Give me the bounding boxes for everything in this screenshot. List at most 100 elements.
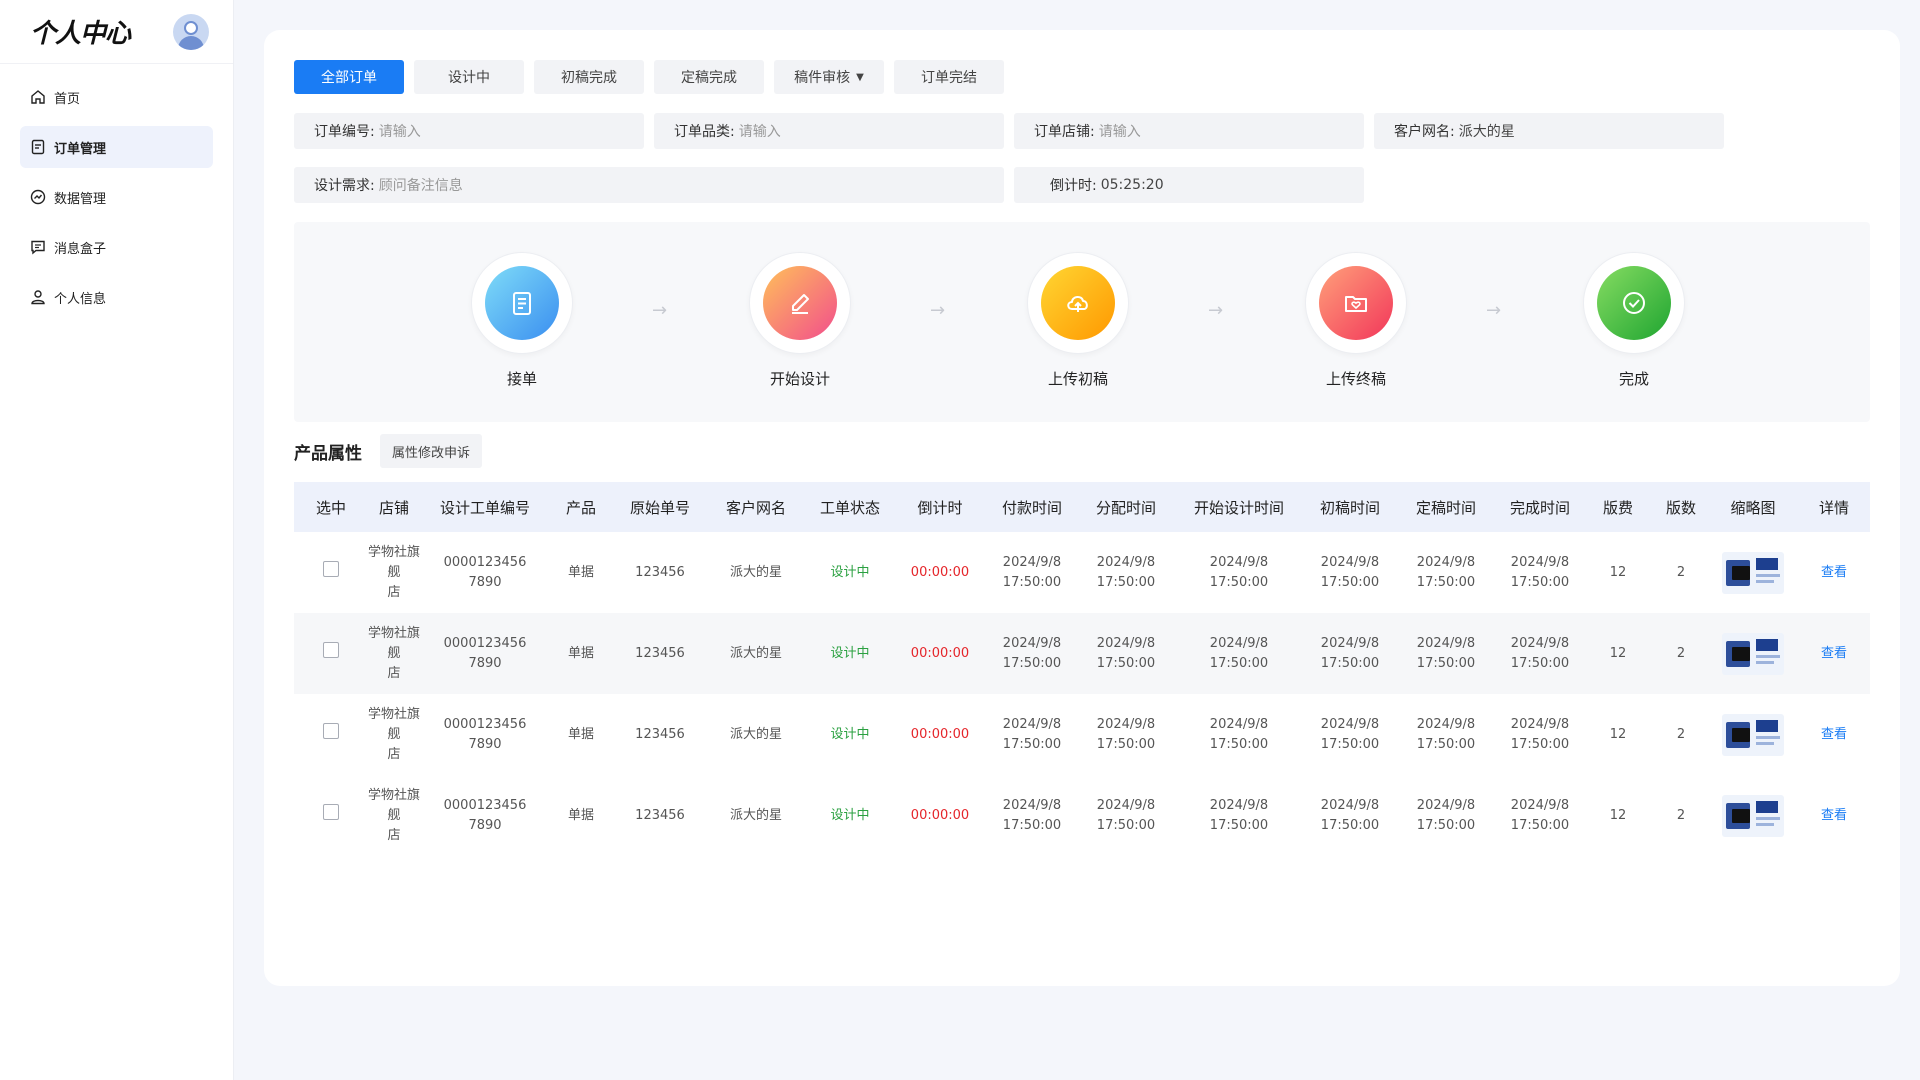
main-card: 全部订单 设计中 初稿完成 定稿完成 稿件审核 ▼ 订单完结 订单编号: 请输入… bbox=[264, 30, 1900, 986]
col-header: 完成时间 bbox=[1509, 498, 1570, 517]
sidebar-item-label: 数据管理 bbox=[54, 191, 107, 207]
final-time-cell: 2024/9/8 17:50:00 bbox=[1416, 716, 1476, 752]
row-checkbox[interactable] bbox=[323, 561, 339, 577]
design-start-time-cell: 2024/9/8 17:50:00 bbox=[1209, 635, 1269, 671]
countdown-cell: 00:00:00 bbox=[910, 726, 970, 742]
sidebar-item-messages[interactable]: 消息盒子 bbox=[20, 226, 213, 268]
assign-time-cell: 2024/9/8 17:50:00 bbox=[1096, 716, 1156, 752]
pay-time-cell: 2024/9/8 17:50:00 bbox=[1002, 635, 1062, 671]
view-detail-link[interactable]: 查看 bbox=[1798, 775, 1870, 856]
order-tabs: 全部订单 设计中 初稿完成 定稿完成 稿件审核 ▼ 订单完结 bbox=[294, 60, 1004, 94]
final-time-cell: 2024/9/8 17:50:00 bbox=[1416, 797, 1476, 833]
origin-no-cell: 123456 bbox=[635, 726, 685, 742]
view-detail-link[interactable]: 查看 bbox=[1798, 532, 1870, 613]
col-header: 客户网名 bbox=[725, 498, 786, 517]
assign-time-cell: 2024/9/8 17:50:00 bbox=[1096, 635, 1156, 671]
pay-time-cell: 2024/9/8 17:50:00 bbox=[1002, 797, 1062, 833]
table-row: 学物社旗舰店 0000123456 7890 单据 123456 派大的星 设计中… bbox=[294, 694, 1870, 775]
col-header: 详情 bbox=[1818, 498, 1849, 517]
countdown-field: 倒计时: 05:25:20 bbox=[1014, 167, 1364, 203]
order-table: 选中 店铺 设计工单编号 产品 原始单号 客户网名 工单状态 倒计时 付款时间 … bbox=[294, 482, 1870, 856]
view-detail-link[interactable]: 查看 bbox=[1798, 694, 1870, 775]
avatar[interactable] bbox=[173, 13, 209, 50]
step-label: 完成 bbox=[1618, 370, 1649, 388]
tab-completed[interactable]: 订单完结 bbox=[894, 60, 1004, 94]
row-checkbox[interactable] bbox=[323, 642, 339, 658]
sidebar-nav: 首页 订单管理 数据管理 消息盒子 个人信息 bbox=[0, 76, 233, 318]
pencil-icon bbox=[763, 266, 837, 340]
complete-time-cell: 2024/9/8 17:50:00 bbox=[1510, 554, 1570, 590]
tab-final-done[interactable]: 定稿完成 bbox=[654, 60, 764, 94]
product-cell: 单据 bbox=[567, 564, 594, 580]
tab-all-orders[interactable]: 全部订单 bbox=[294, 60, 404, 94]
store-cell: 学物社旗舰店 bbox=[368, 787, 421, 843]
col-header: 工单状态 bbox=[819, 498, 880, 517]
complete-time-cell: 2024/9/8 17:50:00 bbox=[1510, 797, 1570, 833]
design-no-cell: 0000123456 7890 bbox=[443, 635, 527, 671]
tab-review-label: 稿件审核 bbox=[794, 70, 851, 86]
step-label: 上传初稿 bbox=[1047, 370, 1108, 388]
col-header: 付款时间 bbox=[1001, 498, 1062, 517]
attribute-appeal-button[interactable]: 属性修改申诉 bbox=[380, 434, 483, 468]
row-checkbox[interactable] bbox=[323, 804, 339, 820]
check-circle-icon bbox=[1597, 266, 1671, 340]
store-cell: 学物社旗舰店 bbox=[368, 625, 421, 681]
step-label: 上传终稿 bbox=[1325, 370, 1386, 388]
countdown-cell: 00:00:00 bbox=[910, 645, 970, 661]
fee-cell: 12 bbox=[1609, 645, 1627, 661]
col-header: 产品 bbox=[565, 498, 596, 517]
product-cell: 单据 bbox=[567, 807, 594, 823]
arrow-right-icon: → bbox=[652, 300, 668, 321]
count-cell: 2 bbox=[1676, 726, 1686, 742]
countdown-cell: 00:00:00 bbox=[910, 564, 970, 580]
customer-cell: 派大的星 bbox=[729, 726, 782, 742]
customer-name-value: 派大的星 bbox=[1458, 124, 1515, 140]
design-requirement-field[interactable]: 设计需求: 顾问备注信息 bbox=[294, 167, 1004, 203]
thumbnail-image[interactable] bbox=[1722, 632, 1784, 675]
arrow-right-icon: → bbox=[1486, 300, 1502, 321]
status-cell: 设计中 bbox=[830, 645, 870, 661]
draft-time-cell: 2024/9/8 17:50:00 bbox=[1320, 716, 1380, 752]
view-detail-link[interactable]: 查看 bbox=[1798, 613, 1870, 694]
sidebar-item-data[interactable]: 数据管理 bbox=[20, 176, 213, 218]
clipboard-icon bbox=[485, 266, 559, 340]
sidebar-item-home[interactable]: 首页 bbox=[20, 76, 213, 118]
design-no-cell: 0000123456 7890 bbox=[443, 797, 527, 833]
col-header: 倒计时 bbox=[917, 498, 963, 517]
status-cell: 设计中 bbox=[830, 807, 870, 823]
table-header-row: 选中 店铺 设计工单编号 产品 原始单号 客户网名 工单状态 倒计时 付款时间 … bbox=[294, 482, 1870, 532]
thumbnail-image[interactable] bbox=[1722, 551, 1784, 594]
step-accept: 接单 bbox=[452, 252, 592, 389]
arrow-right-icon: → bbox=[1208, 300, 1224, 321]
tab-review-dropdown[interactable]: 稿件审核 ▼ bbox=[774, 60, 884, 94]
step-upload-draft: 上传初稿 bbox=[1008, 252, 1148, 389]
sidebar: 个人中心 首页 订单管理 数据管理 消息盒子 个人信息 bbox=[0, 0, 234, 1080]
order-number-field[interactable]: 订单编号: 请输入 bbox=[294, 113, 644, 149]
col-header: 缩略图 bbox=[1730, 498, 1776, 517]
pay-time-cell: 2024/9/8 17:50:00 bbox=[1002, 554, 1062, 590]
step-label: 开始设计 bbox=[769, 370, 830, 388]
assign-time-cell: 2024/9/8 17:50:00 bbox=[1096, 554, 1156, 590]
draft-time-cell: 2024/9/8 17:50:00 bbox=[1320, 797, 1380, 833]
final-time-cell: 2024/9/8 17:50:00 bbox=[1416, 554, 1476, 590]
row-checkbox[interactable] bbox=[323, 723, 339, 739]
complete-time-cell: 2024/9/8 17:50:00 bbox=[1510, 716, 1570, 752]
design-no-cell: 0000123456 7890 bbox=[443, 716, 527, 752]
order-category-field[interactable]: 订单品类: 请输入 bbox=[654, 113, 1004, 149]
step-complete: 完成 bbox=[1564, 252, 1704, 389]
sidebar-item-orders[interactable]: 订单管理 bbox=[20, 126, 213, 168]
draft-time-cell: 2024/9/8 17:50:00 bbox=[1320, 635, 1380, 671]
sidebar-item-profile[interactable]: 个人信息 bbox=[20, 276, 213, 318]
col-header: 选中 bbox=[315, 498, 346, 517]
customer-name-field[interactable]: 客户网名: 派大的星 bbox=[1374, 113, 1724, 149]
design-start-time-cell: 2024/9/8 17:50:00 bbox=[1209, 716, 1269, 752]
col-header: 店铺 bbox=[378, 498, 409, 517]
fee-cell: 12 bbox=[1609, 807, 1627, 823]
app-logo: 个人中心 bbox=[30, 19, 131, 49]
tab-draft-done[interactable]: 初稿完成 bbox=[534, 60, 644, 94]
order-store-field[interactable]: 订单店铺: 请输入 bbox=[1014, 113, 1364, 149]
chart-icon bbox=[30, 189, 46, 205]
thumbnail-image[interactable] bbox=[1722, 713, 1784, 756]
tab-designing[interactable]: 设计中 bbox=[414, 60, 524, 94]
thumbnail-image[interactable] bbox=[1722, 794, 1784, 837]
